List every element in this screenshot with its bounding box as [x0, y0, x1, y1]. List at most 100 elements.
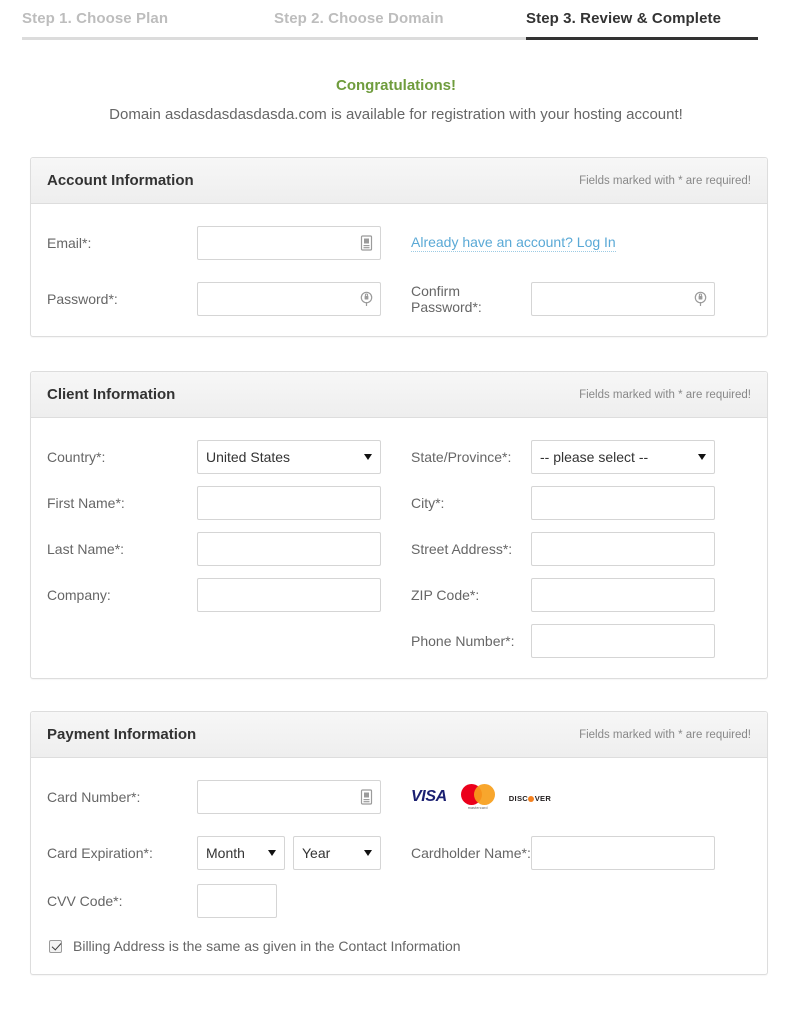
visa-logo: VISA: [411, 788, 447, 805]
expiration-year-select[interactable]: Year: [293, 836, 381, 870]
discover-orange-dot: [528, 795, 535, 802]
expiration-year-value: Year: [302, 845, 331, 861]
company-field-wrap: [197, 578, 381, 612]
account-panel-header: Account Information Fields marked with *…: [31, 158, 767, 204]
city-field-wrap: [531, 486, 715, 520]
mastercard-yellow-circle: [473, 784, 495, 805]
step-tab-2-label: Step 2. Choose Domain: [274, 10, 444, 27]
last-name-field-wrap: [197, 532, 381, 566]
zip-code-input[interactable]: [531, 578, 715, 612]
payment-required-note: Fields marked with * are required!: [579, 728, 751, 741]
street-address-label: Street Address*:: [411, 541, 513, 557]
step-tab-1-rule: [22, 37, 274, 40]
email-input[interactable]: [197, 226, 381, 260]
email-row: Email*: Already have an account? Log In: [47, 226, 751, 260]
step-tab-2[interactable]: Step 2. Choose Domain: [274, 10, 526, 51]
country-select-value: United States: [206, 449, 291, 465]
street-address-input[interactable]: [531, 532, 715, 566]
chevron-down-icon: [698, 454, 706, 460]
company-input[interactable]: [197, 578, 381, 612]
card-number-input[interactable]: [197, 780, 381, 814]
step-tab-2-rule: [274, 37, 526, 40]
country-state-row: Country*: United States State/Province*:…: [47, 440, 751, 474]
street-address-field-wrap: [531, 532, 715, 566]
firstname-city-row: First Name*: City*:: [47, 486, 751, 520]
congratulations-heading: Congratulations!: [336, 77, 456, 94]
chevron-down-icon: [364, 850, 372, 856]
expiration-month-value: Month: [206, 845, 245, 861]
confirm-password-field-wrap: [531, 282, 715, 316]
cvv-row: CVV Code*:: [47, 884, 751, 918]
card-expiration-row: Card Expiration*: Month Year Cardholder …: [47, 836, 751, 870]
domain-availability-message: Domain asdasdasdasdasda.com is available…: [109, 106, 683, 123]
phone-number-label: Phone Number*:: [411, 633, 515, 649]
password-field-wrap: [197, 282, 381, 316]
cvv-code-label: CVV Code*:: [47, 893, 123, 909]
payment-panel-header: Payment Information Fields marked with *…: [31, 712, 767, 758]
login-link[interactable]: Already have an account? Log In: [411, 234, 616, 252]
zip-code-field-wrap: [531, 578, 715, 612]
billing-address-checkbox-label[interactable]: Billing Address is the same as given in …: [73, 938, 461, 954]
expiration-month-select[interactable]: Month: [197, 836, 285, 870]
confirm-password-input[interactable]: [531, 282, 715, 316]
client-required-note: Fields marked with * are required!: [579, 388, 751, 401]
step-tab-1[interactable]: Step 1. Choose Plan: [22, 10, 274, 51]
cardholder-name-label: Cardholder Name*:: [411, 845, 531, 861]
mastercard-wordmark: mastercard: [467, 806, 488, 810]
cvv-code-input[interactable]: [197, 884, 277, 918]
card-expiration-label: Card Expiration*:: [47, 845, 153, 861]
email-field-wrap: [197, 226, 381, 260]
cardholder-name-input[interactable]: [531, 836, 715, 870]
account-panel-title: Account Information: [47, 172, 194, 189]
first-name-input[interactable]: [197, 486, 381, 520]
last-name-label: Last Name*:: [47, 541, 125, 557]
step-tabs: Step 1. Choose Plan Step 2. Choose Domai…: [0, 10, 792, 51]
confirm-password-label: Confirm Password*:: [411, 283, 482, 315]
account-required-note: Fields marked with * are required!: [579, 174, 751, 187]
password-row: Password*: Confirm Password*:: [47, 282, 751, 316]
step-tab-3[interactable]: Step 3. Review & Complete: [526, 10, 758, 51]
email-label: Email*:: [47, 235, 92, 251]
billing-address-checkbox[interactable]: [49, 939, 62, 953]
state-select-value: -- please select --: [540, 449, 649, 465]
phone-row: Phone Number*:: [47, 624, 751, 658]
client-panel-body: Country*: United States State/Province*:…: [31, 418, 767, 678]
city-label: City*:: [411, 495, 445, 511]
card-number-label: Card Number*:: [47, 789, 141, 805]
discover-logo: DISC VER: [509, 788, 559, 806]
first-name-field-wrap: [197, 486, 381, 520]
discover-wordmark: DISC VER: [508, 794, 552, 803]
last-name-input[interactable]: [197, 532, 381, 566]
company-zip-row: Company: ZIP Code*:: [47, 578, 751, 612]
availability-banner: Congratulations! Domain asdasdasdasdasda…: [0, 77, 792, 123]
card-number-row: Card Number*: VISA mastercard DISC VER: [47, 780, 751, 814]
lastname-street-row: Last Name*: Street Address*:: [47, 532, 751, 566]
chevron-down-icon: [268, 850, 276, 856]
cardholder-name-field-wrap: [531, 836, 715, 870]
password-input[interactable]: [197, 282, 381, 316]
account-panel-body: Email*: Already have an account? Log In …: [31, 204, 767, 336]
account-information-panel: Account Information Fields marked with *…: [30, 157, 768, 337]
step-tab-3-label: Step 3. Review & Complete: [526, 10, 722, 27]
client-panel-title: Client Information: [47, 386, 176, 403]
payment-panel-title: Payment Information: [47, 726, 197, 743]
company-label: Company:: [47, 587, 111, 603]
card-number-field-wrap: [197, 780, 381, 814]
client-information-panel: Client Information Fields marked with * …: [30, 371, 768, 679]
city-input[interactable]: [531, 486, 715, 520]
phone-number-input[interactable]: [531, 624, 715, 658]
password-label: Password*:: [47, 291, 118, 307]
billing-address-checkbox-row[interactable]: Billing Address is the same as given in …: [47, 938, 751, 954]
first-name-label: First Name*:: [47, 495, 125, 511]
step-tab-3-rule: [526, 37, 758, 40]
state-select[interactable]: -- please select --: [531, 440, 715, 474]
country-label: Country*:: [47, 449, 106, 465]
mastercard-logo: mastercard: [460, 784, 495, 810]
country-select[interactable]: United States: [197, 440, 381, 474]
chevron-down-icon: [364, 454, 372, 460]
client-panel-header: Client Information Fields marked with * …: [31, 372, 767, 418]
step-tab-1-label: Step 1. Choose Plan: [22, 10, 169, 27]
accepted-card-logos: VISA mastercard DISC VER: [411, 784, 559, 810]
zip-code-label: ZIP Code*:: [411, 587, 480, 603]
payment-panel-body: Card Number*: VISA mastercard DISC VER C…: [31, 758, 767, 974]
